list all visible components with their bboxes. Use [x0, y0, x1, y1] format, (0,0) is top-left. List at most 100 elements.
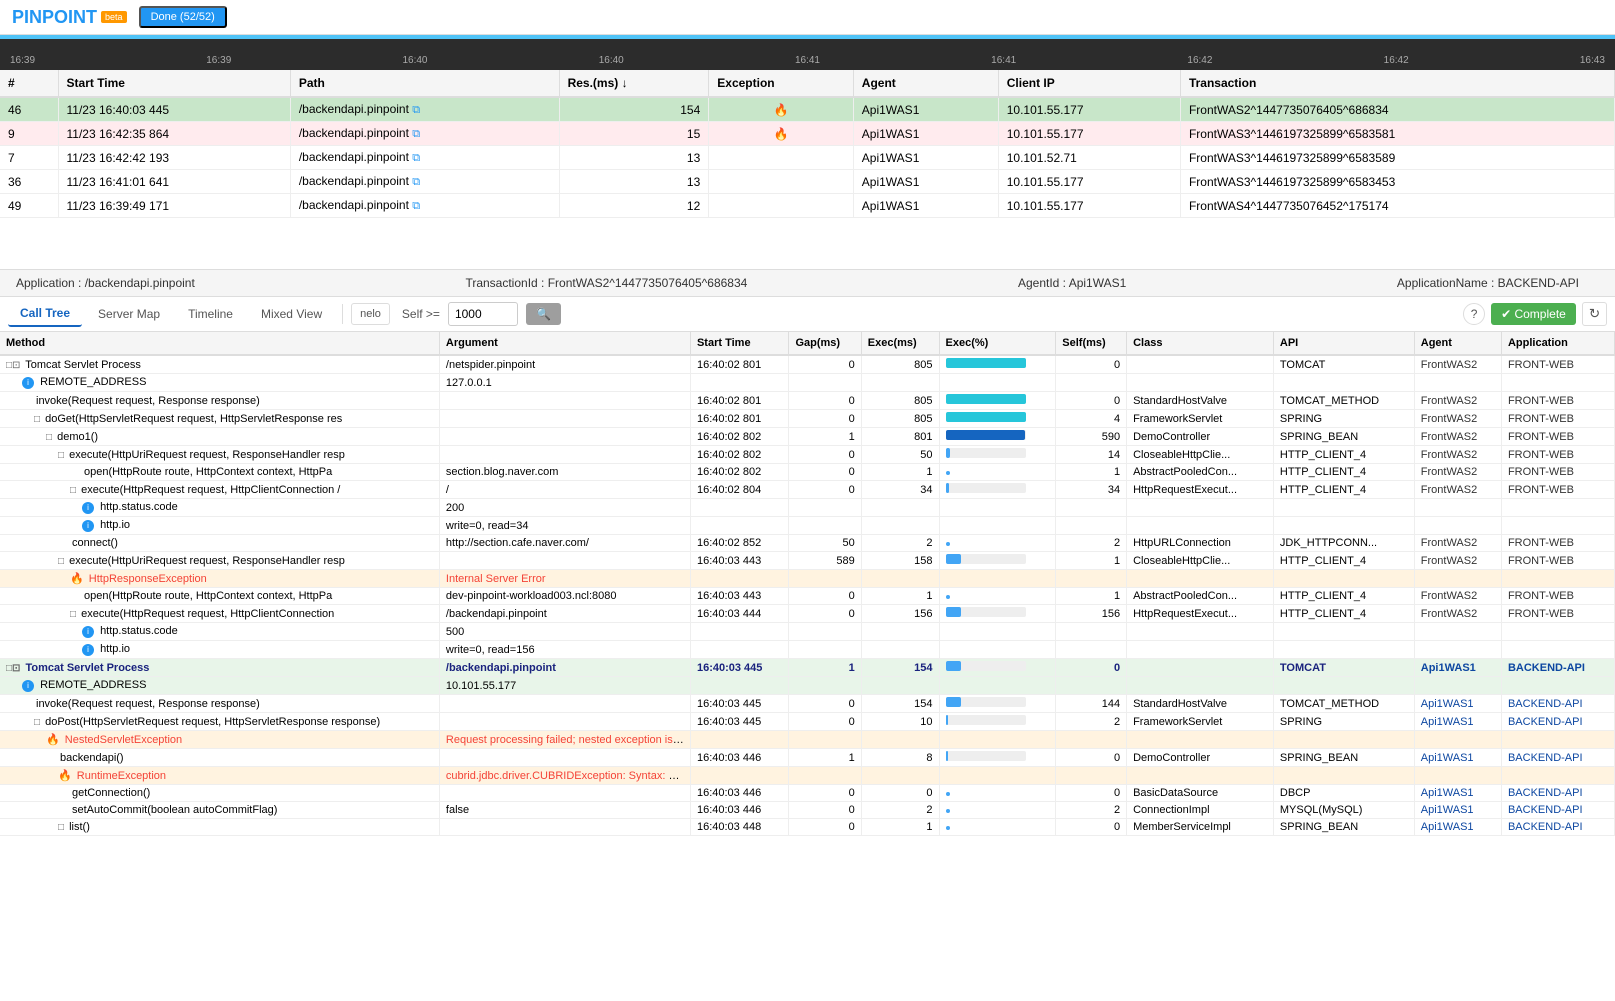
- method-name: REMOTE_ADDRESS: [40, 679, 146, 691]
- cell-path: /backendapi.pinpoint ⧉: [290, 122, 559, 146]
- call-tree-row[interactable]: invoke(Request request, Response respons…: [0, 392, 1615, 410]
- method-name: invoke(Request request, Response respons…: [36, 395, 260, 407]
- expand-icon[interactable]: □: [58, 556, 64, 567]
- ct-api: HTTP_CLIENT_4: [1273, 552, 1414, 570]
- expand-icon[interactable]: □: [58, 822, 64, 833]
- call-tree-row[interactable]: setAutoCommit(boolean autoCommitFlag) fa…: [0, 802, 1615, 819]
- call-tree-row[interactable]: □ execute(HttpUriRequest request, Respon…: [0, 446, 1615, 464]
- ct-gap: [789, 570, 861, 588]
- ct-self: [1056, 499, 1127, 517]
- nelo-button[interactable]: nelo: [351, 303, 390, 325]
- help-button[interactable]: ?: [1463, 303, 1485, 325]
- tl-6: 16:41: [991, 55, 1016, 66]
- call-tree-row[interactable]: □ doPost(HttpServletRequest request, Htt…: [0, 713, 1615, 731]
- tab-mixed-view[interactable]: Mixed View: [249, 302, 334, 326]
- method-name: backendapi(): [60, 752, 124, 764]
- logo-pin: PIN: [12, 7, 42, 27]
- expand-icon[interactable]: □: [58, 450, 64, 461]
- ct-argument: false: [439, 802, 690, 819]
- complete-button[interactable]: ✔ Complete: [1491, 303, 1576, 325]
- ct-agent: FrontWAS2: [1414, 552, 1501, 570]
- expand-icon[interactable]: □: [34, 414, 40, 425]
- ct-api: SPRING: [1273, 410, 1414, 428]
- search-button[interactable]: 🔍: [526, 303, 561, 325]
- call-tree-row[interactable]: □ doGet(HttpServletRequest request, Http…: [0, 410, 1615, 428]
- ct-agent: [1414, 570, 1501, 588]
- method-name: REMOTE_ADDRESS: [40, 376, 146, 388]
- expand-icon[interactable]: □⊡: [6, 663, 20, 674]
- ct-class: MemberServiceImpl: [1127, 819, 1274, 836]
- table-row[interactable]: 36 11/23 16:41:01 641 /backendapi.pinpoi…: [0, 170, 1615, 194]
- expand-icon[interactable]: □: [70, 609, 76, 620]
- tab-call-tree[interactable]: Call Tree: [8, 301, 82, 327]
- done-button[interactable]: Done (52/52): [139, 6, 227, 28]
- ct-self: 14: [1056, 446, 1127, 464]
- ct-method: 🔥 NestedServletException: [0, 731, 439, 749]
- ct-method: □ execute(HttpRequest request, HttpClien…: [0, 605, 439, 623]
- ct-method: i http.status.code: [0, 499, 439, 517]
- call-tree-row[interactable]: □ list() 16:40:03 448 0 1 0 MemberServic…: [0, 819, 1615, 836]
- exec-bar-container: [946, 412, 1026, 422]
- ct-class: DemoController: [1127, 428, 1274, 446]
- call-tree-row[interactable]: i http.status.code 200: [0, 499, 1615, 517]
- call-tree-row[interactable]: □⊡ Tomcat Servlet Process /backendapi.pi…: [0, 659, 1615, 677]
- self-input[interactable]: [448, 302, 518, 326]
- call-tree-row[interactable]: 🔥 NestedServletException Request process…: [0, 731, 1615, 749]
- ct-app: BACKEND-API: [1501, 785, 1614, 802]
- ct-agent: FrontWAS2: [1414, 481, 1501, 499]
- ct-method: connect(): [0, 535, 439, 552]
- cell-exc: 🔥: [709, 97, 854, 122]
- table-row[interactable]: 49 11/23 16:39:49 171 /backendapi.pinpoi…: [0, 194, 1615, 218]
- table-row[interactable]: 7 11/23 16:42:42 193 /backendapi.pinpoin…: [0, 146, 1615, 170]
- info-icon: i: [22, 377, 34, 389]
- call-tree-row[interactable]: getConnection() 16:40:03 446 0 0 0 Basic…: [0, 785, 1615, 802]
- call-tree-row[interactable]: □ demo1() 16:40:02 802 1 801 590 DemoCon…: [0, 428, 1615, 446]
- ct-method: 🔥 HttpResponseException: [0, 570, 439, 588]
- table-row[interactable]: 9 11/23 16:42:35 864 /backendapi.pinpoin…: [0, 122, 1615, 146]
- call-tree-row[interactable]: open(HttpRoute route, HttpContext contex…: [0, 464, 1615, 481]
- method-name: demo1(): [57, 431, 98, 443]
- tab-server-map[interactable]: Server Map: [86, 302, 172, 326]
- call-tree-row[interactable]: i REMOTE_ADDRESS 127.0.0.1: [0, 374, 1615, 392]
- call-tree-row[interactable]: □ execute(HttpRequest request, HttpClien…: [0, 605, 1615, 623]
- call-tree-row[interactable]: 🔥 RuntimeException cubrid.jdbc.driver.CU…: [0, 767, 1615, 785]
- expand-icon[interactable]: □: [34, 717, 40, 728]
- call-tree-row[interactable]: open(HttpRoute route, HttpContext contex…: [0, 588, 1615, 605]
- ct-app: FRONT-WEB: [1501, 464, 1614, 481]
- ct-class: HttpRequestExecut...: [1127, 481, 1274, 499]
- main-table-header-row: # Start Time Path Res.(ms) ↓ Exception A…: [0, 70, 1615, 97]
- ct-app: [1501, 641, 1614, 659]
- call-tree-header-row: Method Argument Start Time Gap(ms) Exec(…: [0, 332, 1615, 355]
- tab-timeline[interactable]: Timeline: [176, 302, 245, 326]
- ct-self: 0: [1056, 819, 1127, 836]
- exec-bar-container: [946, 697, 1026, 707]
- ct-self: 590: [1056, 428, 1127, 446]
- ct-method: □ demo1(): [0, 428, 439, 446]
- call-tree-row[interactable]: invoke(Request request, Response respons…: [0, 695, 1615, 713]
- call-tree-row[interactable]: i http.io write=0, read=156: [0, 641, 1615, 659]
- call-tree-row[interactable]: □⊡ Tomcat Servlet Process /netspider.pin…: [0, 355, 1615, 374]
- ct-col-method: Method: [0, 332, 439, 355]
- refresh-button[interactable]: ↻: [1582, 302, 1607, 326]
- ct-self: 1: [1056, 552, 1127, 570]
- info-agent: AgentId : Api1WAS1: [1018, 276, 1126, 290]
- call-tree-row[interactable]: connect() http://section.cafe.naver.com/…: [0, 535, 1615, 552]
- cell-start: 11/23 16:42:35 864: [58, 122, 290, 146]
- tl-5: 16:41: [795, 55, 820, 66]
- table-row[interactable]: 46 11/23 16:40:03 445 /backendapi.pinpoi…: [0, 97, 1615, 122]
- ct-self: 0: [1056, 749, 1127, 767]
- call-tree-row[interactable]: backendapi() 16:40:03 446 1 8 0 DemoCont…: [0, 749, 1615, 767]
- ct-argument: [439, 785, 690, 802]
- call-tree-row[interactable]: i http.io write=0, read=34: [0, 517, 1615, 535]
- expand-icon[interactable]: □: [70, 485, 76, 496]
- expand-icon[interactable]: □⊡: [6, 360, 20, 371]
- call-tree-row[interactable]: i REMOTE_ADDRESS 10.101.55.177: [0, 677, 1615, 695]
- call-tree-row[interactable]: i http.status.code 500: [0, 623, 1615, 641]
- call-tree-row[interactable]: □ execute(HttpUriRequest request, Respon…: [0, 552, 1615, 570]
- ct-class: AbstractPooledCon...: [1127, 464, 1274, 481]
- expand-icon[interactable]: □: [46, 432, 52, 443]
- exec-bar: [946, 697, 961, 707]
- call-tree-row[interactable]: 🔥 HttpResponseException Internal Server …: [0, 570, 1615, 588]
- call-tree-row[interactable]: □ execute(HttpRequest request, HttpClien…: [0, 481, 1615, 499]
- ct-start: [690, 517, 788, 535]
